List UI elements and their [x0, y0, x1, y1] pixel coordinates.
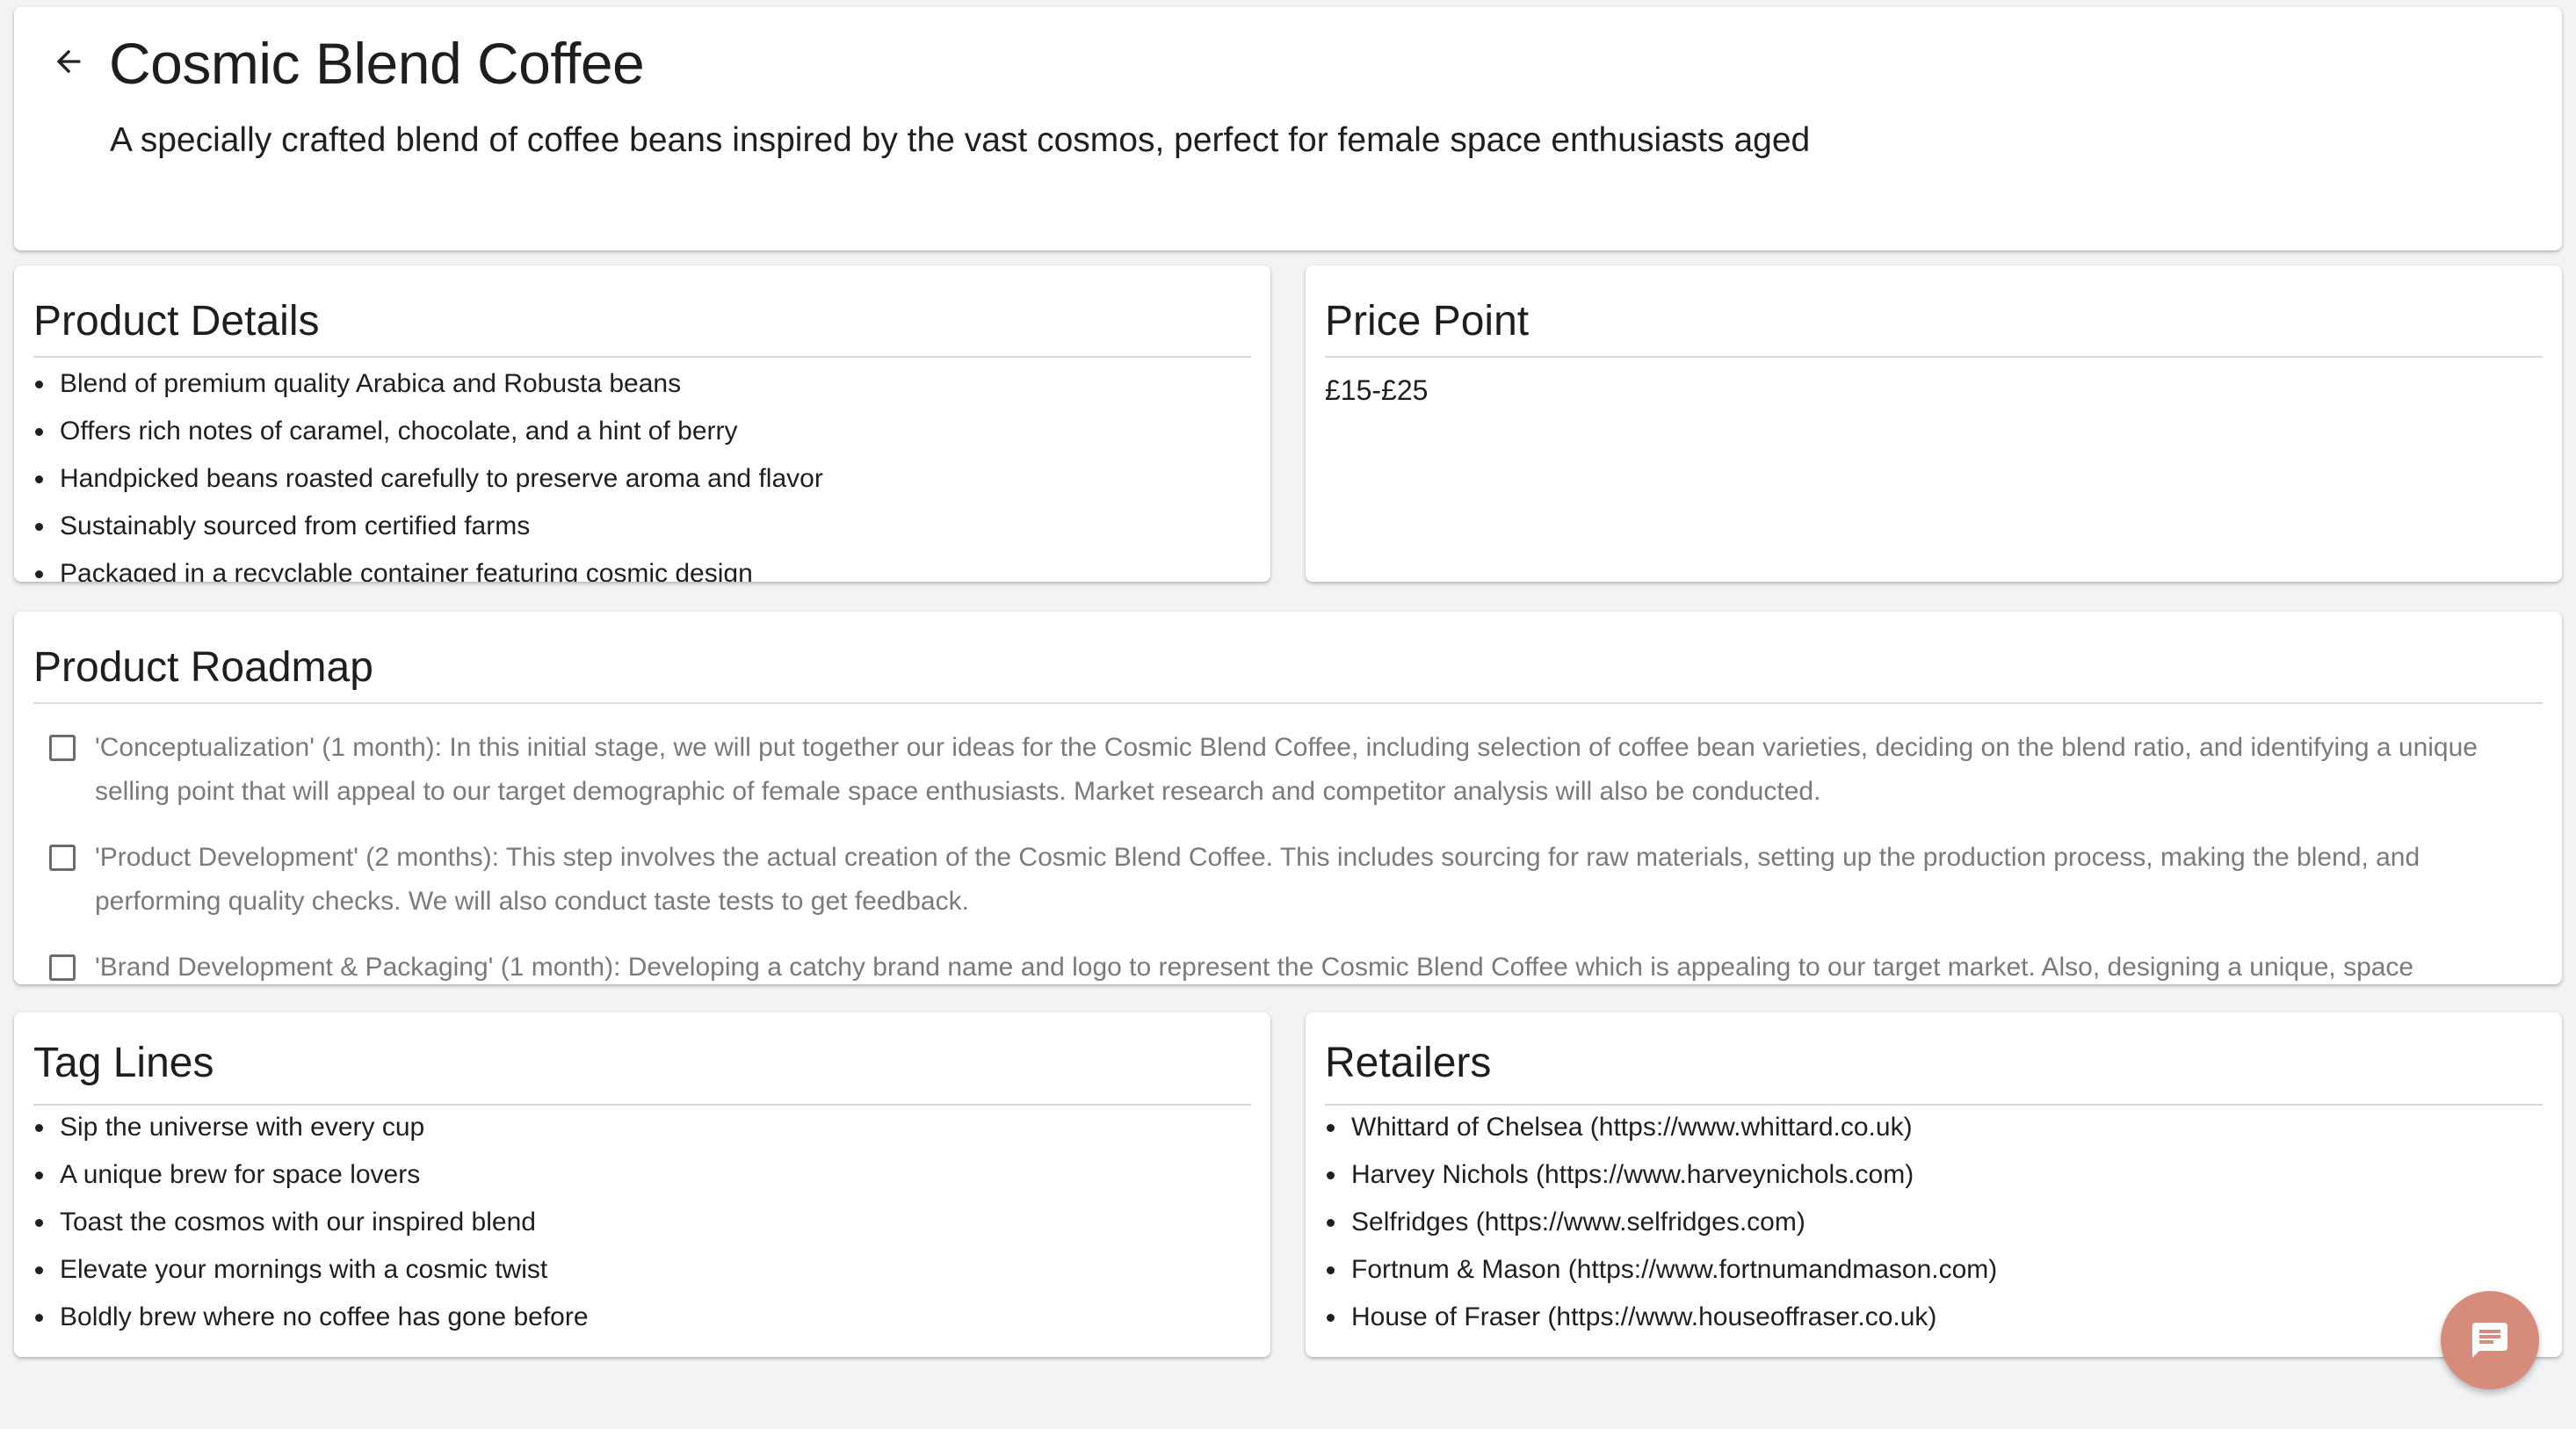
bullet-icon	[35, 523, 43, 531]
list-item: Selfridges (https://www.selfridges.com)	[1325, 1199, 2543, 1246]
product-roadmap-card: Product Roadmap 'Conceptualization' (1 m…	[14, 612, 2562, 984]
list-item-text: Handpicked beans roasted carefully to pr…	[60, 464, 823, 493]
bullet-icon	[35, 1266, 43, 1274]
list-item: Sip the universe with every cup	[33, 1104, 1251, 1151]
bullet-icon	[35, 570, 43, 578]
roadmap-item: 'Product Development' (2 months): This s…	[33, 836, 2543, 924]
divider	[1325, 356, 2543, 358]
tag-lines-title: Tag Lines	[33, 1040, 214, 1086]
product-roadmap-title: Product Roadmap	[33, 644, 373, 691]
roadmap-item-text: 'Conceptualization' (1 month): In this i…	[95, 733, 2478, 806]
page-subtitle: A specially crafted blend of coffee bean…	[110, 121, 1811, 159]
list-item-text: Packaged in a recyclable container featu…	[60, 559, 753, 582]
product-header-card: Cosmic Blend Coffee A specially crafted …	[14, 7, 2562, 250]
list-item: Elevate your mornings with a cosmic twis…	[33, 1246, 1251, 1294]
list-item: Packaged in a recyclable container featu…	[33, 550, 1251, 582]
list-item: Handpicked beans roasted carefully to pr…	[33, 455, 1251, 503]
list-item-text: Toast the cosmos with our inspired blend	[60, 1208, 536, 1237]
product-details-title: Product Details	[33, 298, 320, 345]
divider	[33, 702, 2543, 704]
list-item-text: A unique brew for space lovers	[60, 1160, 421, 1189]
arrow-left-icon	[56, 49, 81, 74]
list-item: Toast the cosmos with our inspired blend	[33, 1199, 1251, 1246]
roadmap-item: 'Conceptualization' (1 month): In this i…	[33, 726, 2543, 814]
bullet-icon	[1327, 1266, 1335, 1274]
bullet-icon	[1327, 1171, 1335, 1179]
roadmap-item-text: 'Brand Development & Packaging' (1 month…	[95, 953, 2414, 982]
list-item-text: Boldly brew where no coffee has gone bef…	[60, 1302, 589, 1331]
price-value: £15-£25	[1325, 374, 1429, 406]
bullet-icon	[35, 1219, 43, 1227]
retailers-card: Retailers Whittard of Chelsea (https://w…	[1306, 1012, 2562, 1357]
retailers-title: Retailers	[1325, 1040, 1492, 1086]
bullet-icon	[35, 1314, 43, 1322]
list-item-text: Harvey Nichols (https://www.harveynichol…	[1351, 1160, 1914, 1189]
bullet-icon	[1327, 1314, 1335, 1322]
back-button[interactable]	[47, 40, 90, 83]
bullet-icon	[35, 475, 43, 483]
bullet-icon	[35, 428, 43, 436]
tag-lines-list: Sip the universe with every cup A unique…	[33, 1104, 1251, 1341]
list-item: A unique brew for space lovers	[33, 1151, 1251, 1199]
list-item-text: Elevate your mornings with a cosmic twis…	[60, 1255, 548, 1284]
list-item: Whittard of Chelsea (https://www.whittar…	[1325, 1104, 2543, 1151]
list-item-text: Offers rich notes of caramel, chocolate,…	[60, 417, 738, 446]
list-item-text: Selfridges (https://www.selfridges.com)	[1351, 1208, 1805, 1237]
product-details-card: Product Details Blend of premium quality…	[14, 265, 1270, 582]
roadmap-checkbox[interactable]	[49, 845, 76, 871]
divider	[33, 356, 1251, 358]
list-item-text: House of Fraser (https://www.houseoffras…	[1351, 1302, 1937, 1331]
roadmap-list: 'Conceptualization' (1 month): In this i…	[33, 726, 2543, 984]
chat-button[interactable]	[2441, 1291, 2539, 1389]
chat-icon	[2472, 1323, 2507, 1358]
list-item: House of Fraser (https://www.houseoffras…	[1325, 1294, 2543, 1341]
list-item-text: Blend of premium quality Arabica and Rob…	[60, 369, 682, 398]
list-item: Sustainably sourced from certified farms	[33, 503, 1251, 550]
list-item: Blend of premium quality Arabica and Rob…	[33, 360, 1251, 408]
roadmap-checkbox[interactable]	[49, 954, 76, 981]
retailers-list: Whittard of Chelsea (https://www.whittar…	[1325, 1104, 2543, 1341]
list-item: Fortnum & Mason (https://www.fortnumandm…	[1325, 1246, 2543, 1294]
tag-lines-card: Tag Lines Sip the universe with every cu…	[14, 1012, 1270, 1357]
bullet-icon	[35, 1124, 43, 1132]
bullet-icon	[1327, 1219, 1335, 1227]
list-item: Boldly brew where no coffee has gone bef…	[33, 1294, 1251, 1341]
bullet-icon	[35, 381, 43, 388]
product-details-list: Blend of premium quality Arabica and Rob…	[33, 360, 1251, 582]
bullet-icon	[35, 1171, 43, 1179]
list-item-text: Whittard of Chelsea (https://www.whittar…	[1351, 1113, 1913, 1142]
list-item-text: Fortnum & Mason (https://www.fortnumandm…	[1351, 1255, 1998, 1284]
list-item: Harvey Nichols (https://www.harveynichol…	[1325, 1151, 2543, 1199]
price-point-card: Price Point £15-£25	[1306, 265, 2562, 582]
list-item: Offers rich notes of caramel, chocolate,…	[33, 408, 1251, 455]
roadmap-item: 'Brand Development & Packaging' (1 month…	[33, 946, 2543, 984]
roadmap-checkbox[interactable]	[49, 735, 76, 761]
roadmap-item-text: 'Product Development' (2 months): This s…	[95, 843, 2420, 916]
page-title: Cosmic Blend Coffee	[109, 31, 645, 96]
list-item-text: Sustainably sourced from certified farms	[60, 511, 531, 540]
bullet-icon	[1327, 1124, 1335, 1132]
price-point-title: Price Point	[1325, 298, 1530, 345]
list-item-text: Sip the universe with every cup	[60, 1113, 425, 1142]
